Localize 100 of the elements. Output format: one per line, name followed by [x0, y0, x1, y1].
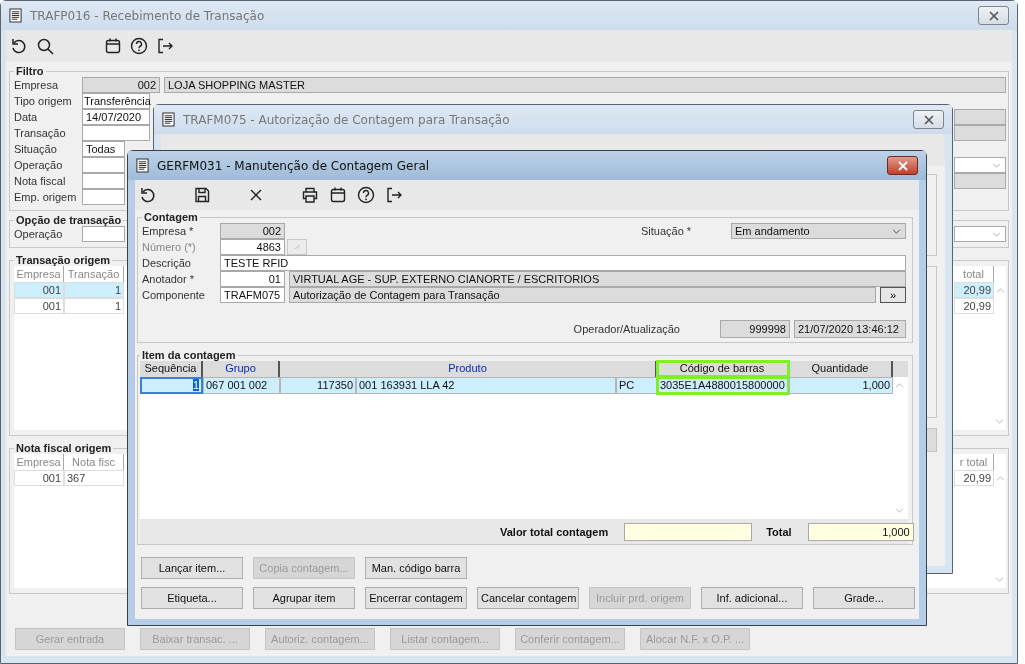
field-label: Nota fiscal — [14, 174, 67, 189]
document-icon — [162, 112, 175, 127]
code-field[interactable]: 002 — [82, 77, 160, 93]
close-icon — [922, 114, 935, 125]
lookup-button[interactable] — [287, 239, 307, 255]
input-field[interactable]: Todas — [82, 141, 125, 157]
field-label: Transação — [14, 126, 67, 141]
field-label: Anotador * — [142, 272, 195, 287]
chevron-down-icon — [992, 163, 1001, 168]
code-field[interactable]: 002 — [220, 223, 285, 239]
table-cell: 20,99 — [954, 298, 994, 314]
more-button[interactable]: » — [880, 287, 906, 303]
table-cell: 367 — [64, 470, 124, 486]
search-icon[interactable] — [36, 37, 54, 55]
section-title: Transação origem — [15, 254, 112, 266]
name-field[interactable]: VIRTUAL AGE - SUP. EXTERNO CIANORTE / ESCRITORIOS — [289, 271, 906, 287]
scroll-up-icon[interactable] — [995, 475, 1005, 481]
table-cell: 001 — [14, 470, 64, 486]
scroll-down-icon[interactable] — [995, 577, 1004, 582]
action-button[interactable]: Encerrar contagem — [365, 587, 467, 609]
scroll-up-icon[interactable] — [995, 287, 1005, 293]
operator-field[interactable]: 999998 — [720, 320, 790, 338]
hatch-icon — [293, 243, 301, 251]
field-label: Emp. origem — [14, 190, 78, 205]
input-field[interactable] — [82, 189, 125, 205]
save-icon[interactable] — [193, 186, 211, 204]
code-field[interactable]: 01 — [220, 271, 285, 287]
input-field[interactable] — [954, 125, 1006, 141]
scroll-up-icon[interactable] — [895, 383, 904, 388]
column-header[interactable]: Empresa — [14, 266, 64, 282]
scroll-down-icon[interactable] — [995, 419, 1004, 424]
column-header[interactable]: Empresa — [14, 454, 64, 470]
window-title: GERFM031 - Manutenção de Contagem Geral — [157, 158, 431, 173]
calendar-icon[interactable] — [104, 37, 122, 55]
section-title: Opção de transação — [15, 214, 123, 226]
field-label: Operação — [14, 227, 64, 242]
table-cell: 001 163931 LLA 42 — [356, 377, 616, 394]
total-label: Total — [766, 525, 792, 538]
input-field[interactable] — [954, 109, 1006, 125]
section-title: Contagem — [143, 211, 199, 223]
dropdown[interactable] — [954, 157, 1006, 173]
input-field[interactable] — [82, 226, 125, 242]
field-label: Situação — [14, 142, 58, 157]
code-field[interactable]: TRAFM075 — [220, 287, 285, 303]
close-icon — [987, 10, 1000, 21]
dropdown[interactable] — [954, 226, 1006, 242]
input-field[interactable] — [82, 157, 125, 173]
field-label: Empresa — [14, 78, 60, 93]
window-title: TRAFM075 - Autorização de Contagem para Transação — [183, 112, 511, 127]
input-field[interactable] — [954, 173, 1006, 189]
field-label: Número (*) — [142, 240, 197, 255]
input-field[interactable]: 14/07/2020 — [82, 109, 150, 125]
close-icon — [896, 160, 909, 171]
window-title: TRAFP016 - Recebimento de Transação — [30, 8, 266, 23]
section-title: Item da contagem — [141, 349, 237, 361]
field-label: Situação * — [641, 224, 693, 239]
field-label: Componente — [142, 288, 206, 303]
action-button[interactable]: Etiqueta... — [141, 587, 243, 609]
action-button[interactable]: Grade... — [813, 587, 915, 609]
total-field: 1,000 — [807, 522, 914, 541]
print-icon[interactable] — [301, 186, 319, 204]
input-field[interactable] — [82, 173, 125, 189]
table-cell: 067 001 002 — [203, 377, 280, 394]
description-field[interactable]: TESTE RFID — [220, 255, 906, 271]
exit-icon[interactable] — [385, 186, 403, 204]
chevron-down-icon — [992, 232, 1001, 237]
calendar-icon[interactable] — [329, 186, 347, 204]
document-icon — [9, 8, 22, 23]
action-button[interactable]: Lançar item... — [141, 557, 243, 579]
table-cell: 001 — [14, 298, 64, 314]
total-label: Valor total contagem — [500, 525, 609, 538]
column-header[interactable]: Código de barras — [657, 361, 789, 377]
undo-icon[interactable] — [139, 186, 157, 204]
input-field[interactable] — [82, 125, 150, 141]
table-cell: 001 — [14, 282, 64, 298]
dropdown[interactable]: Transferência — [82, 93, 150, 109]
table-cell: PC — [616, 377, 657, 394]
scroll-down-icon[interactable] — [895, 508, 904, 513]
table-cell: 1 — [140, 377, 203, 394]
help-icon[interactable] — [357, 186, 375, 204]
document-icon — [136, 158, 149, 173]
table-cell: 20,99 — [954, 470, 994, 486]
action-button[interactable]: Man. código barra — [365, 557, 467, 579]
table-cell: 117350 — [280, 377, 356, 394]
action-button[interactable]: Inf. adicional... — [701, 587, 803, 609]
timestamp-field[interactable]: 21/07/2020 13:46:12 — [794, 320, 906, 338]
name-field[interactable]: Autorização de Contagem para Transação — [289, 287, 876, 303]
name-field[interactable]: LOJA SHOPPING MASTER — [164, 77, 1006, 93]
action-button[interactable]: Agrupar item — [253, 587, 355, 609]
exit-icon[interactable] — [156, 37, 174, 55]
action-button[interactable]: Cancelar contagem — [477, 587, 579, 609]
table-cell: 3035E1A4880015800000 — [657, 377, 789, 394]
field-label: Tipo origem — [14, 94, 73, 109]
chevron-down-icon — [892, 229, 901, 234]
close-button[interactable] — [887, 156, 918, 175]
status-dropdown[interactable]: Em andamento — [731, 223, 906, 239]
help-icon[interactable] — [130, 37, 148, 55]
undo-icon[interactable] — [10, 37, 28, 55]
field-label: Data — [14, 110, 39, 125]
field-label: Descrição — [142, 256, 192, 271]
